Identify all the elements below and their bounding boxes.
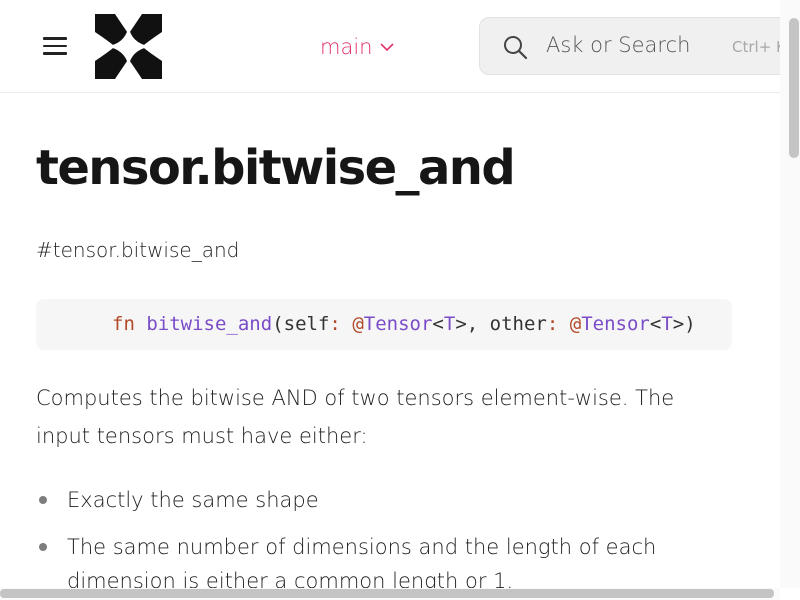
chevron-down-icon [380, 43, 395, 52]
code-generic-2: T [661, 313, 673, 335]
code-param-self: self [283, 313, 330, 335]
code-type-2: Tensor [581, 313, 650, 335]
code-lt-2: < [649, 313, 662, 335]
list-item: Exactly the same shape [36, 483, 766, 517]
horizontal-scrollbar-thumb[interactable] [0, 589, 774, 598]
bullet-icon [39, 496, 47, 504]
star-logo-icon[interactable] [93, 12, 164, 81]
code-type: Tensor [363, 313, 433, 335]
menu-button[interactable] [38, 30, 72, 62]
list-item-text: The same number of dimensions and the le… [67, 535, 657, 593]
branch-label: main [320, 35, 373, 59]
hamburger-menu-icon [43, 37, 67, 40]
page-title: tensor.bitwise_and [36, 140, 516, 196]
top-header: main Ask or Search Ctrl+ K [0, 0, 800, 93]
bullet-icon [39, 543, 47, 551]
code-generic: T [443, 313, 456, 335]
code-lt: < [432, 313, 444, 335]
code-close-paren: ) [684, 313, 696, 335]
vertical-scrollbar-thumb[interactable] [789, 18, 799, 158]
code-comma: , [466, 313, 490, 335]
search-input[interactable]: Ask or Search Ctrl+ K [479, 17, 800, 75]
search-shortcut-hint: Ctrl+ K [732, 38, 786, 56]
list-item-text: Exactly the same shape [67, 488, 319, 512]
code-param-other: other [489, 313, 547, 335]
horizontal-scrollbar[interactable] [0, 588, 780, 600]
code-function-name: bitwise_and [146, 313, 273, 335]
code-snapshot-2: @ [569, 313, 582, 335]
search-icon [504, 36, 528, 60]
code-colon: : [329, 313, 341, 335]
code-colon-2: : [546, 313, 559, 335]
vertical-scrollbar[interactable] [780, 0, 800, 588]
code-keyword: fn [112, 313, 135, 335]
code-snapshot: @ [352, 313, 364, 335]
requirements-list: Exactly the same shape The same number o… [36, 483, 766, 598]
search-placeholder: Ask or Search [546, 33, 691, 57]
code-gt: > [455, 313, 467, 335]
docs-page: main Ask or Search Ctrl+ K tensor.bitwis… [0, 0, 800, 600]
code-block: fn bitwise_and(self: @Tensor<T>, other: … [36, 299, 732, 350]
description-paragraph: Computes the bitwise AND of two tensors … [36, 386, 675, 448]
anchor-link[interactable]: #tensor.bitwise_and [36, 238, 239, 262]
code-gt-2: > [672, 313, 685, 335]
code-open-paren: ( [272, 313, 284, 335]
branch-selector[interactable]: main [320, 32, 395, 62]
